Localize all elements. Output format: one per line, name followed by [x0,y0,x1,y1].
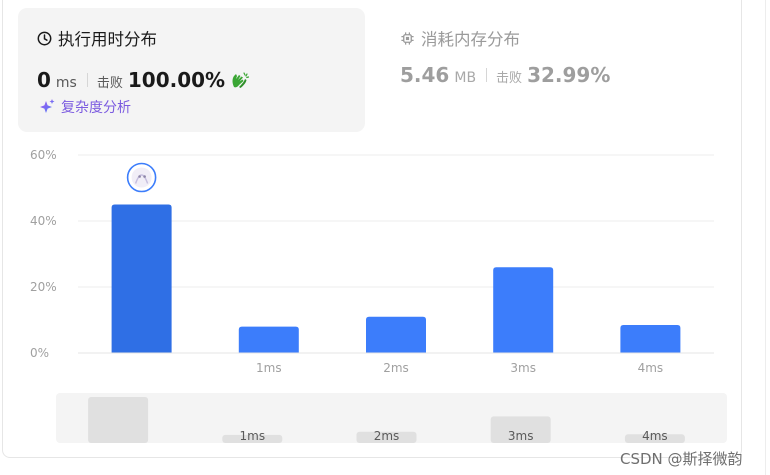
bar[interactable] [366,316,426,353]
chip-icon [401,31,414,45]
range-slider[interactable]: 1ms 2ms 3ms 4ms [56,393,727,443]
runtime-title: 执行用时分布 [37,26,157,50]
x-tick-label: 4ms [638,361,664,375]
complexity-analysis-label: 复杂度分析 [61,100,131,116]
memory-title: 消耗内存分布 [400,26,520,50]
memory-unit: MB [454,70,477,86]
metric-divider [486,68,488,82]
slider-tick-label: 2ms [374,429,400,443]
memory-title-label: 消耗内存分布 [421,30,520,49]
complexity-analysis-link[interactable]: 复杂度分析 [38,97,131,117]
runtime-beats-label: 击败 [96,76,123,91]
bar[interactable] [111,204,172,354]
runtime-title-label: 执行用时分布 [58,30,157,49]
runtime-metric: 0 ms 击败 100.00% [37,68,250,92]
y-tick-label: 40% [30,214,57,228]
runtime-value: 0 [37,68,51,92]
watermark: CSDN @斯择微韵 [620,450,743,468]
x-tick-label: 3ms [510,361,536,375]
memory-beats-percent: 32.99% [527,63,611,87]
panel-divider [765,0,766,475]
slider-tick-label: 1ms [240,429,266,443]
bar[interactable] [238,326,299,353]
metric-divider [86,73,88,87]
clock-icon [37,31,52,45]
y-tick-label: 20% [30,280,57,294]
slider-tick-label: 4ms [642,429,668,443]
y-tick-label: 0% [30,346,49,360]
clapping-hands-icon [232,72,250,88]
slider-svg: 1ms 2ms 3ms 4ms [88,397,685,443]
slider-tick-label: 3ms [508,429,534,443]
avatar-image [131,167,152,188]
avatar-eye [143,175,146,178]
bar[interactable] [493,267,554,353]
memory-value: 5.46 [400,63,450,87]
chart-svg: 0% 20% 40% 60% 1ms 2ms 3ms 4ms [30,148,714,375]
avatar-eye [138,175,141,178]
runtime-distribution-chart: 0% 20% 40% 60% 1ms 2ms 3ms 4ms [0,140,740,390]
runtime-beats-percent: 100.00% [127,68,226,92]
x-tick-label: 2ms [383,361,409,375]
slider-bar [88,397,149,443]
memory-metric: 5.46 MB 击败 32.99% [400,63,610,87]
memory-beats-label: 击败 [496,71,523,86]
sparkle-icon [40,99,55,113]
y-tick-label: 60% [30,148,57,162]
runtime-unit: ms [55,75,77,91]
bar[interactable] [620,324,681,353]
x-tick-label: 1ms [256,361,282,375]
